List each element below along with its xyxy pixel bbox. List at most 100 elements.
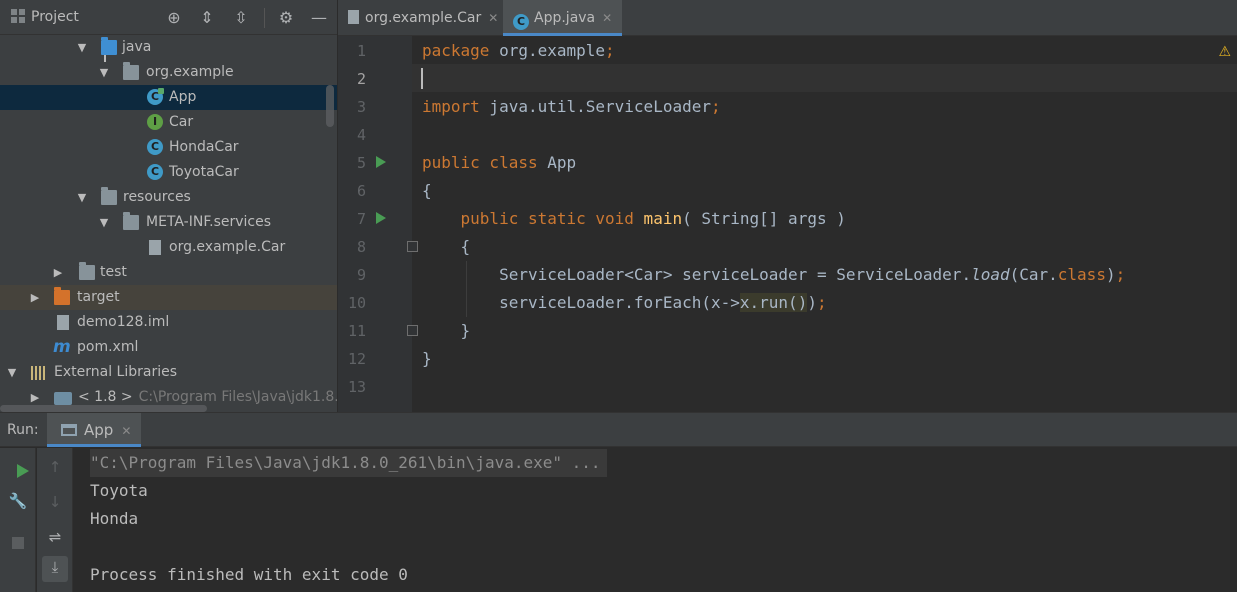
class-icon: C: [147, 88, 164, 105]
file-icon: [348, 10, 359, 24]
run-tab-app[interactable]: App ✕: [47, 413, 142, 447]
tree-item-hondacar[interactable]: C HondaCar: [0, 135, 337, 160]
tree-item-iml[interactable]: demo128.iml: [0, 310, 337, 335]
tree-item-service-file[interactable]: org.example.Car: [0, 235, 337, 260]
tree-item-label: pom.xml: [77, 339, 139, 355]
rerun-icon[interactable]: [12, 460, 34, 482]
code-line-10: serviceLoader.forEach(x->x.run());: [422, 289, 827, 317]
source-folder-icon: [101, 37, 117, 55]
line-number: 7: [356, 210, 366, 228]
jdk-icon: [54, 392, 72, 405]
close-icon[interactable]: ✕: [488, 11, 498, 25]
tab-label: App.java: [534, 10, 596, 26]
class-icon: C: [147, 139, 163, 155]
current-line-highlight: [412, 64, 1237, 92]
project-icon: [11, 9, 25, 23]
chevron-right-icon[interactable]: ▶: [52, 260, 64, 285]
chevron-down-icon[interactable]: ▼: [6, 360, 18, 385]
project-view-selector[interactable]: Project ▼: [11, 9, 112, 62]
minimize-icon[interactable]: —: [309, 8, 329, 28]
tab-org-example-car[interactable]: org.example.Car ✕: [338, 0, 508, 36]
tab-app-java[interactable]: C App.java ✕: [503, 0, 623, 36]
horizontal-scrollbar[interactable]: [0, 405, 207, 412]
code-line-7: public static void main( String[] args ): [422, 205, 846, 233]
tree-item-label: test: [100, 264, 127, 280]
tree-item-label: ToyotaCar: [169, 164, 239, 180]
highlighted-code: x.run(): [739, 293, 808, 312]
line-number: 10: [347, 294, 366, 312]
tree-item-label: demo128.iml: [77, 314, 170, 330]
line-number: 4: [356, 126, 366, 144]
interface-icon: I: [147, 114, 163, 130]
code-text: App: [537, 153, 577, 172]
arrow-down-icon[interactable]: ↓: [44, 491, 66, 513]
chevron-down-icon[interactable]: ▼: [76, 185, 88, 210]
semicolon: ;: [605, 41, 615, 60]
chevron-down-icon[interactable]: ▼: [98, 210, 110, 235]
locate-icon[interactable]: ⊕: [164, 8, 184, 28]
scroll-to-end-icon[interactable]: ⤓: [42, 556, 68, 582]
line-number: 12: [347, 350, 366, 368]
gear-icon[interactable]: ⚙: [276, 8, 296, 28]
tree-item-test[interactable]: ▶ test: [0, 260, 337, 285]
warning-icon[interactable]: ⚠: [1218, 44, 1231, 60]
run-panel-header: Run: App ✕: [0, 413, 1237, 447]
tree-item-car[interactable]: I Car: [0, 110, 337, 135]
fold-icon[interactable]: [407, 241, 418, 252]
run-panel: Run: App ✕ 🔧 ↑ ↓ ⇌ ⤓ "C:\Program Files\Ja…: [0, 412, 1237, 592]
code-text: java.util.ServiceLoader: [479, 97, 711, 116]
class-icon: C: [147, 164, 163, 180]
close-icon[interactable]: ✕: [121, 424, 131, 438]
libraries-icon: [31, 366, 47, 380]
fold-icon[interactable]: [407, 325, 418, 336]
close-icon[interactable]: ✕: [602, 11, 612, 25]
soft-wrap-icon[interactable]: ⇌: [44, 526, 66, 548]
semicolon: ;: [816, 293, 827, 312]
code-text: serviceLoader.forEach(x->: [422, 293, 740, 312]
arrow-up-icon[interactable]: ↑: [44, 456, 66, 478]
stop-icon[interactable]: [7, 532, 29, 554]
tree-item-meta-inf-services[interactable]: ▼ META-INF.services: [0, 210, 337, 235]
keyword: public class: [422, 153, 538, 172]
tree-item-target[interactable]: ▶ target: [0, 285, 337, 310]
run-main-icon[interactable]: [376, 212, 386, 224]
method-name: main: [633, 209, 683, 228]
tab-label: org.example.Car: [365, 10, 482, 26]
class-icon: C: [513, 14, 529, 30]
code-editor[interactable]: 1 2 3 4 5 6 7 8 9 10 11 12 13 package or…: [338, 36, 1237, 412]
line-number: 5: [356, 154, 366, 172]
wrench-icon[interactable]: 🔧: [7, 490, 29, 512]
tree-item-label: resources: [123, 189, 191, 205]
tree-item-java[interactable]: ▼ java: [0, 35, 337, 60]
tree-item-label: target: [77, 289, 120, 305]
vertical-scrollbar[interactable]: [326, 85, 334, 127]
folder-icon: [123, 212, 139, 230]
line-number: 3: [356, 98, 366, 116]
tree-item-toyotacar[interactable]: C ToyotaCar: [0, 160, 337, 185]
tree-item-pom[interactable]: m pom.xml: [0, 335, 337, 360]
tree-item-label: META-INF.services: [146, 214, 272, 230]
run-label: Run:: [7, 422, 39, 438]
code-text: (Car.: [1009, 265, 1058, 284]
jdk-path: C:\Program Files\Java\jdk1.8.0_: [138, 389, 337, 405]
expand-all-icon[interactable]: ⇕: [197, 8, 217, 28]
tree-item-label: HondaCar: [169, 139, 239, 155]
package-icon: [123, 62, 139, 80]
tree-item-org-example[interactable]: ▼ org.example: [0, 60, 337, 85]
keyword: class: [1057, 265, 1106, 284]
chevron-down-icon[interactable]: ▼: [98, 60, 110, 85]
tree-item-resources[interactable]: ▼ resources: [0, 185, 337, 210]
run-class-icon[interactable]: [376, 156, 386, 168]
chevron-right-icon[interactable]: ▶: [29, 285, 41, 310]
jdk-version: < 1.8 >: [78, 389, 133, 405]
console-output-line: Honda: [90, 509, 139, 528]
project-title: Project: [31, 9, 79, 25]
code-line-9: ServiceLoader<Car> serviceLoader = Servi…: [422, 261, 1125, 289]
semicolon: ;: [1115, 265, 1126, 284]
collapse-all-icon[interactable]: ⇳: [231, 8, 251, 28]
tree-item-external-libraries[interactable]: ▼ External Libraries: [0, 360, 337, 385]
keyword: package: [422, 41, 490, 60]
code-text: org.example: [489, 41, 606, 60]
tree-item-app[interactable]: C App: [0, 85, 337, 110]
chevron-down-icon[interactable]: ▼: [76, 35, 88, 60]
